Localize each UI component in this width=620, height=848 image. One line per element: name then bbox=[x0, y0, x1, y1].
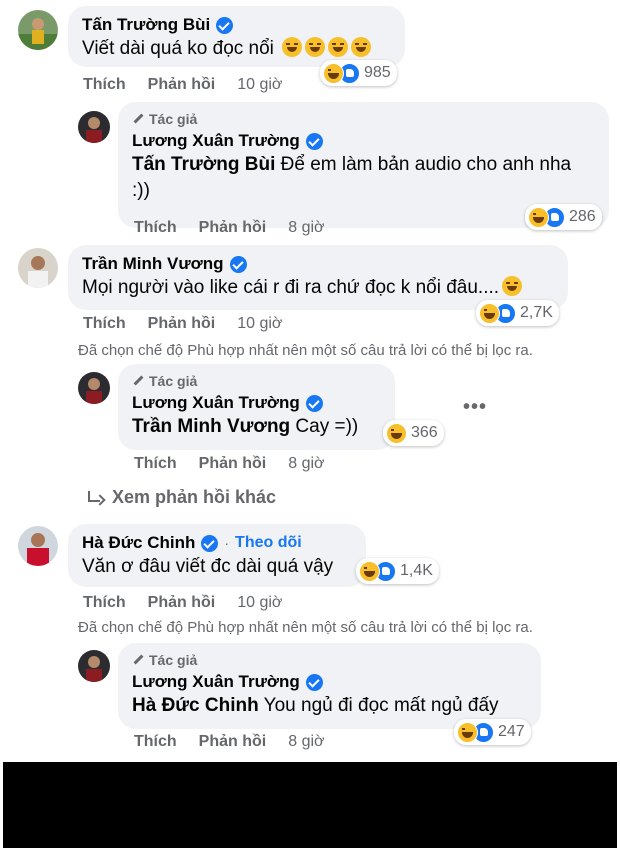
reply-button[interactable]: Phản hồi bbox=[199, 455, 267, 473]
comment-text: Tấn Trường Bùi Để em làm bản audio cho a… bbox=[132, 154, 572, 201]
avatar[interactable] bbox=[18, 526, 58, 566]
like-button[interactable]: Thích bbox=[134, 219, 177, 237]
verified-badge-icon bbox=[305, 132, 323, 150]
reaction-summary[interactable]: 366 bbox=[383, 420, 444, 446]
author-name[interactable]: Hà Đức Chinh bbox=[82, 532, 195, 554]
reply-bubble: Tác giả Lương Xuân Trường Trần Minh Vươn… bbox=[118, 364, 395, 450]
reaction-count: 286 bbox=[569, 208, 596, 225]
reaction-count: 247 bbox=[498, 723, 525, 740]
author-badge: Tác giả bbox=[132, 651, 527, 669]
winking-tongue-emoji-icon bbox=[502, 276, 523, 296]
author-name[interactable]: Lương Xuân Trường bbox=[132, 130, 300, 152]
comment-author[interactable]: Lương Xuân Trường bbox=[132, 392, 381, 414]
avatar[interactable] bbox=[78, 650, 110, 682]
reply-button[interactable]: Phản hồi bbox=[148, 315, 216, 333]
tired-face-emoji-icon bbox=[305, 37, 326, 57]
comment-text: Hà Đức Chinh You ngủ đi đọc mất ngủ đấy bbox=[132, 695, 499, 716]
haha-reaction-icon bbox=[479, 302, 500, 324]
comment-time[interactable]: 8 giờ bbox=[288, 219, 324, 237]
like-button[interactable]: Thích bbox=[83, 76, 126, 94]
author-name[interactable]: Lương Xuân Trường bbox=[132, 671, 300, 693]
comment-author[interactable]: Tấn Trường Bùi bbox=[82, 14, 391, 36]
mention-link[interactable]: Tấn Trường Bùi bbox=[132, 154, 275, 175]
more-options-icon[interactable]: ••• bbox=[463, 396, 487, 419]
reaction-summary[interactable]: 1,4K bbox=[356, 558, 439, 584]
comment-time[interactable]: 8 giờ bbox=[288, 733, 324, 751]
comment-time[interactable]: 10 giờ bbox=[237, 315, 282, 333]
follow-separator: · bbox=[224, 535, 230, 551]
pen-icon bbox=[132, 375, 144, 387]
tired-face-emoji-icon bbox=[328, 37, 349, 57]
follow-button[interactable]: Theo dõi bbox=[235, 532, 302, 554]
comment-time[interactable]: 10 giờ bbox=[237, 594, 282, 612]
reaction-count: 985 bbox=[364, 64, 391, 81]
comment-text: Mọi người vào like cái r đi ra chứ đọc k… bbox=[82, 275, 554, 301]
comment-author[interactable]: Lương Xuân Trường bbox=[132, 671, 527, 693]
reaction-count: 1,4K bbox=[400, 562, 433, 579]
reply-button[interactable]: Phản hồi bbox=[199, 733, 267, 751]
comment-author[interactable]: Hà Đức Chinh · Theo dõi bbox=[82, 532, 352, 554]
comment-actions: Thích Phản hồi 8 giờ bbox=[134, 219, 325, 237]
reaction-summary[interactable]: 2,7K bbox=[476, 300, 559, 326]
verified-badge-icon bbox=[216, 16, 234, 34]
reaction-summary[interactable]: 247 bbox=[454, 719, 531, 745]
avatar[interactable] bbox=[18, 10, 58, 50]
like-button[interactable]: Thích bbox=[83, 594, 126, 612]
comment-author[interactable]: Trần Minh Vương bbox=[82, 253, 554, 275]
filter-note: Đã chọn chế độ Phù hợp nhất nên một số c… bbox=[78, 619, 533, 636]
comment-text: Trần Minh Vương Cay =)) bbox=[132, 416, 359, 437]
reaction-summary[interactable]: 985 bbox=[320, 60, 397, 86]
reply-button[interactable]: Phản hồi bbox=[148, 76, 216, 94]
reply-button[interactable]: Phản hồi bbox=[148, 594, 216, 612]
verified-badge-icon bbox=[201, 534, 219, 552]
comment-time[interactable]: 8 giờ bbox=[288, 455, 324, 473]
reaction-count: 2,7K bbox=[520, 304, 553, 321]
author-name[interactable]: Tấn Trường Bùi bbox=[82, 14, 210, 36]
verified-badge-icon bbox=[305, 673, 323, 691]
reaction-summary[interactable]: 286 bbox=[525, 204, 602, 230]
comment-actions: Thích Phản hồi 8 giờ bbox=[134, 733, 325, 751]
like-button[interactable]: Thích bbox=[134, 733, 177, 751]
tired-face-emoji-icon bbox=[282, 37, 303, 57]
author-name[interactable]: Trần Minh Vương bbox=[82, 253, 224, 275]
mention-link[interactable]: Trần Minh Vương bbox=[132, 416, 290, 437]
like-button[interactable]: Thích bbox=[83, 315, 126, 333]
haha-reaction-icon bbox=[457, 721, 478, 743]
comment-text: Viết dài quá ko đọc nổi bbox=[82, 36, 391, 62]
haha-reaction-icon bbox=[359, 560, 380, 582]
pen-icon bbox=[132, 113, 144, 125]
reply-button[interactable]: Phản hồi bbox=[199, 219, 267, 237]
comment-author[interactable]: Lương Xuân Trường bbox=[132, 130, 595, 152]
reply-bubble: Tác giả Lương Xuân Trường Hà Đức Chinh Y… bbox=[118, 643, 541, 729]
view-more-replies-link[interactable]: Xem phản hồi khác bbox=[86, 487, 276, 508]
comment-time[interactable]: 10 giờ bbox=[237, 76, 282, 94]
avatar[interactable] bbox=[18, 248, 58, 288]
verified-badge-icon bbox=[305, 394, 323, 412]
pen-icon bbox=[132, 654, 144, 666]
mention-link[interactable]: Hà Đức Chinh bbox=[132, 695, 259, 716]
author-badge: Tác giả bbox=[132, 110, 595, 128]
comment-actions: Thích Phản hồi 10 giờ bbox=[83, 76, 282, 94]
comment-actions: Thích Phản hồi 10 giờ bbox=[83, 315, 282, 333]
haha-reaction-icon bbox=[528, 206, 549, 228]
author-name[interactable]: Lương Xuân Trường bbox=[132, 392, 300, 414]
black-bar bbox=[3, 762, 617, 848]
haha-reaction-icon bbox=[323, 62, 344, 84]
reply-arrow-icon bbox=[86, 490, 102, 505]
haha-reaction-icon bbox=[386, 422, 407, 444]
reaction-count: 366 bbox=[411, 424, 438, 441]
like-button[interactable]: Thích bbox=[134, 455, 177, 473]
tired-face-emoji-icon bbox=[351, 37, 372, 57]
avatar[interactable] bbox=[78, 111, 110, 143]
comment-bubble: Hà Đức Chinh · Theo dõi Văn ơ đâu viết đ… bbox=[68, 524, 366, 587]
author-badge: Tác giả bbox=[132, 372, 381, 390]
filter-note: Đã chọn chế độ Phù hợp nhất nên một số c… bbox=[78, 342, 533, 359]
comment-actions: Thích Phản hồi 10 giờ bbox=[83, 594, 282, 612]
comment-text: Văn ơ đâu viết đc dài quá vậy bbox=[82, 556, 334, 577]
comment-bubble: Tấn Trường Bùi Viết dài quá ko đọc nổi bbox=[68, 6, 405, 67]
avatar[interactable] bbox=[78, 372, 110, 404]
verified-badge-icon bbox=[229, 255, 247, 273]
comment-actions: Thích Phản hồi 8 giờ bbox=[134, 455, 325, 473]
